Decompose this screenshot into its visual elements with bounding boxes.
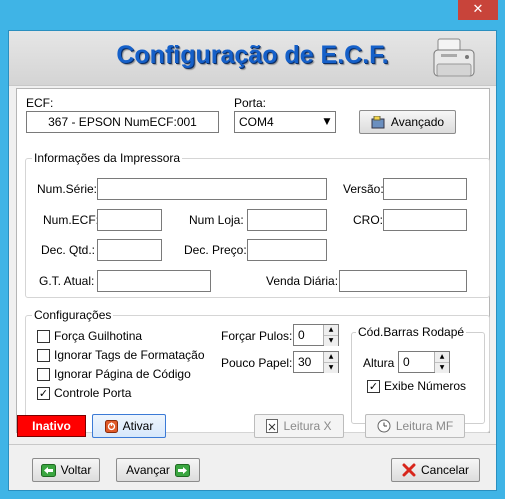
pouco-papel-stepper[interactable]: 30 ▲ ▼ [293, 351, 339, 373]
advanced-label: Avançado [390, 115, 445, 129]
exibe-numeros-label: Exibe Números [384, 379, 467, 393]
dec-preco-field[interactable] [247, 239, 327, 261]
voltar-label: Voltar [60, 463, 92, 477]
power-icon [104, 419, 118, 433]
dec-qtd-label: Dec. Qtd.: [41, 243, 96, 257]
pouco-papel-value: 30 [298, 355, 312, 369]
barcode-title: Cód.Barras Rodapé [356, 325, 467, 339]
status-badge: Inativo [17, 415, 86, 437]
arrow-down-icon[interactable]: ▼ [324, 362, 338, 373]
document-x-icon [266, 419, 279, 433]
arrow-up-icon[interactable]: ▲ [324, 325, 338, 335]
porta-select[interactable]: COM4 ▼ [234, 111, 336, 133]
checkbox-box [37, 348, 50, 362]
ignorar-tags-label: Ignorar Tags de Formatação [54, 348, 205, 362]
cancelar-label: Cancelar [420, 463, 470, 477]
ignorar-pagina-checkbox[interactable]: Ignorar Página de Código [37, 367, 191, 381]
header-banner: Configuração de E.C.F. [9, 31, 496, 86]
main-panel: ECF: 367 - EPSON NumECF:001 Porta: COM4 … [16, 88, 490, 433]
forcar-pulos-stepper[interactable]: 0 ▲ ▼ [293, 324, 339, 346]
num-loja-label: Num Loja: [189, 213, 244, 227]
arrow-right-icon [174, 463, 190, 477]
venda-field[interactable] [339, 270, 467, 292]
footer-divider [9, 444, 496, 445]
versao-field[interactable] [383, 178, 467, 200]
altura-value: 0 [403, 355, 410, 369]
forca-guilhotina-label: Força Guilhotina [54, 329, 143, 343]
avancar-button[interactable]: Avançar [116, 458, 200, 482]
checkbox-box [37, 367, 50, 381]
cro-field[interactable] [383, 209, 467, 231]
close-icon [402, 463, 416, 477]
voltar-button[interactable]: Voltar [32, 458, 100, 482]
page-title: Configuração de E.C.F. [116, 41, 389, 69]
leitura-mf-label: Leitura MF [395, 419, 454, 433]
gt-label: G.T. Atual: [39, 274, 95, 288]
printer-info-title: Informações da Impressora [32, 151, 183, 165]
num-serie-field[interactable] [97, 178, 327, 200]
settings-icon [371, 115, 385, 128]
window-client: Configuração de E.C.F. ECF: 367 - EPSON … [8, 30, 497, 491]
barcode-group: Cód.Barras Rodapé [351, 325, 485, 424]
checkbox-box [37, 329, 50, 343]
altura-label: Altura [363, 356, 395, 370]
arrow-up-icon[interactable]: ▲ [435, 352, 449, 362]
close-button[interactable]: ✕ [458, 0, 498, 20]
dec-qtd-field[interactable] [97, 239, 162, 261]
controle-porta-checkbox[interactable]: ✓ Controle Porta [37, 386, 131, 400]
config-title: Configurações [32, 308, 114, 322]
forcar-pulos-label: Forçar Pulos: [221, 329, 293, 343]
ignorar-tags-checkbox[interactable]: Ignorar Tags de Formatação [37, 348, 205, 362]
num-ecf-label: Num.ECF: [43, 213, 100, 227]
forcar-pulos-value: 0 [298, 328, 305, 342]
checkmark-icon: ✓ [367, 379, 380, 393]
cro-label: CRO: [353, 213, 383, 227]
controle-porta-label: Controle Porta [54, 386, 132, 400]
pouco-papel-label: Pouco Papel: [221, 356, 293, 370]
altura-stepper[interactable]: 0 ▲ ▼ [398, 351, 450, 373]
ecf-field[interactable]: 367 - EPSON NumECF:001 [26, 111, 219, 133]
ativar-label: Ativar [122, 419, 154, 433]
num-ecf-field[interactable] [97, 209, 162, 231]
leitura-mf-button[interactable]: Leitura MF [365, 414, 465, 438]
arrow-left-icon [40, 463, 56, 477]
versao-label: Versão: [343, 182, 384, 196]
advanced-button[interactable]: Avançado [359, 110, 456, 134]
leitura-x-button[interactable]: Leitura X [254, 414, 344, 438]
ecf-config-window: ✕ Configuração de E.C.F. ECF: 367 - EPSO… [0, 0, 505, 499]
porta-label: Porta: [234, 96, 267, 110]
ignorar-pagina-label: Ignorar Página de Código [54, 367, 191, 381]
gt-field[interactable] [97, 270, 211, 292]
checkmark-icon: ✓ [37, 386, 50, 400]
leitura-x-label: Leitura X [283, 419, 332, 433]
printer-icon [433, 38, 475, 77]
num-serie-label: Num.Série: [37, 182, 98, 196]
forca-guilhotina-checkbox[interactable]: Força Guilhotina [37, 329, 142, 343]
ativar-button[interactable]: Ativar [92, 414, 166, 438]
cancelar-button[interactable]: Cancelar [391, 458, 480, 482]
venda-label: Venda Diária: [266, 274, 339, 288]
dec-preco-label: Dec. Preço: [184, 243, 247, 257]
clock-icon [377, 419, 391, 433]
avancar-label: Avançar [126, 463, 170, 477]
ecf-label: ECF: [26, 96, 54, 110]
arrow-up-icon[interactable]: ▲ [324, 352, 338, 362]
porta-value: COM4 [239, 115, 274, 129]
exibe-numeros-checkbox[interactable]: ✓ Exibe Números [367, 379, 466, 393]
chevron-down-icon: ▼ [323, 117, 331, 127]
arrow-down-icon[interactable]: ▼ [435, 362, 449, 373]
arrow-down-icon[interactable]: ▼ [324, 335, 338, 346]
num-loja-field[interactable] [247, 209, 327, 231]
